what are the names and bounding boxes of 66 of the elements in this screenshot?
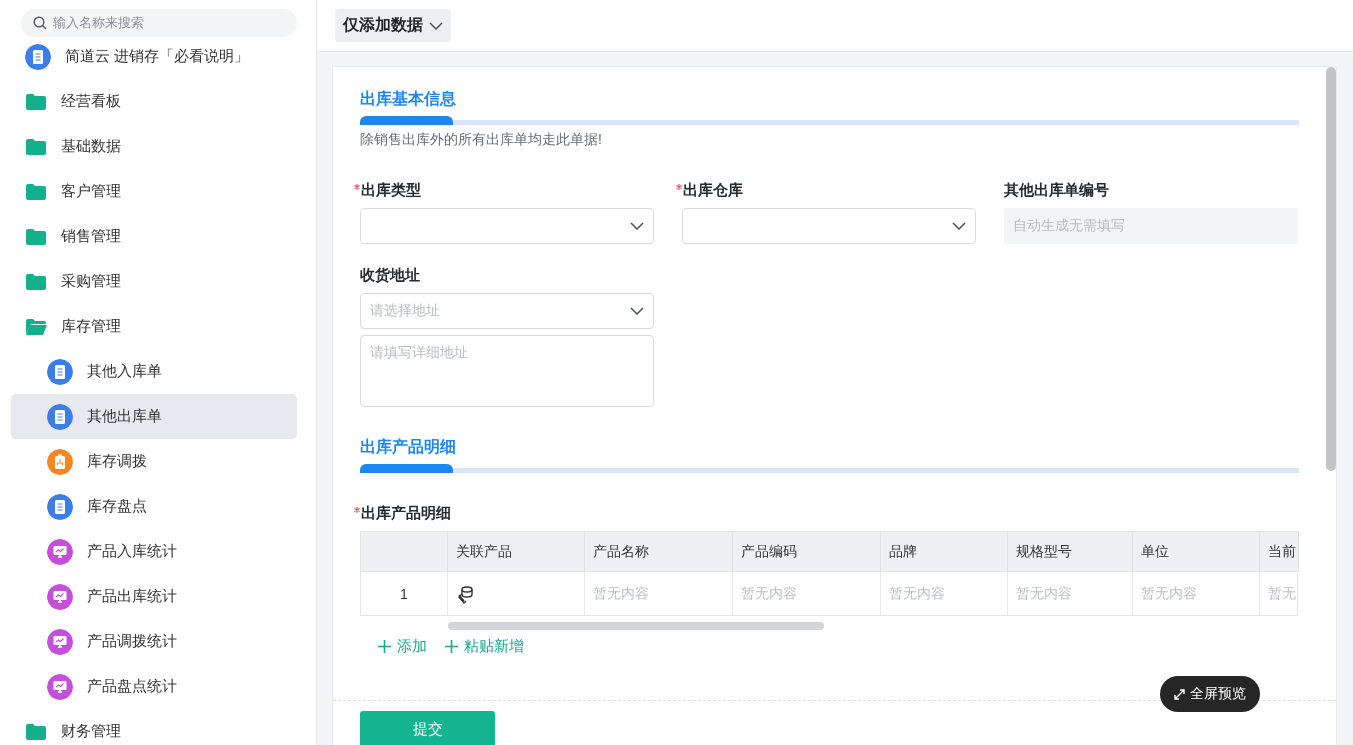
sidebar-item[interactable]: 财务管理 [11, 709, 297, 745]
table-header-cell: 产品编码 [733, 532, 881, 571]
sidebar-item[interactable]: 产品盘点统计 [11, 664, 297, 709]
fullscreen-preview-button[interactable]: 全屏预览 [1160, 676, 1260, 712]
table-cell: 暂无内容 [1008, 571, 1133, 615]
sidebar-item[interactable]: 基础数据 [11, 124, 297, 169]
field-label: 出库类型 [361, 181, 421, 200]
section-title: 出库产品明细 [360, 437, 457, 457]
table-cell: 暂无 [1260, 571, 1299, 615]
monitor-chart-icon [47, 538, 73, 565]
select-field[interactable] [682, 208, 976, 244]
sidebar-item[interactable]: 库存调拨 [11, 439, 297, 484]
table-cell: 暂无内容 [881, 571, 1008, 615]
monitor-chart-icon [47, 673, 73, 700]
sidebar-item[interactable]: 采购管理 [11, 259, 297, 304]
sidebar-item[interactable]: 经营看板 [11, 79, 297, 124]
required-mark-icon [354, 507, 360, 513]
expand-icon [1174, 688, 1185, 700]
sidebar-item[interactable]: 产品调拨统计 [11, 619, 297, 664]
sidebar-item[interactable]: 简道云 进销存「必看说明」 [11, 34, 297, 79]
select-field[interactable] [360, 208, 654, 244]
table-header-cell: 品牌 [881, 532, 1008, 571]
table-cell: 暂无内容 [1133, 571, 1260, 615]
required-mark-icon [676, 184, 682, 190]
scrollbar-thumb[interactable] [448, 622, 824, 630]
table-cell: 暂无内容 [585, 571, 733, 615]
row-number: 1 [361, 571, 448, 615]
required-mark-icon [354, 184, 360, 190]
table-header-cell: 规格型号 [1008, 532, 1133, 571]
document-icon [47, 493, 73, 520]
document-icon [47, 403, 73, 430]
sidebar-item[interactable]: 库存管理 [11, 304, 297, 349]
sidebar-item[interactable]: 产品入库统计 [11, 529, 297, 574]
scrollbar-thumb[interactable] [1326, 67, 1336, 471]
field-label: 出库仓库 [683, 181, 743, 200]
clipboard-icon [47, 448, 73, 475]
link-icon[interactable] [456, 583, 476, 604]
sidebar-item[interactable]: 其他入库单 [11, 349, 297, 394]
sidebar-item[interactable]: 产品出库统计 [11, 574, 297, 619]
plus-icon [378, 640, 391, 653]
field-label: 收货地址 [360, 266, 420, 285]
chevron-down-icon [952, 222, 966, 230]
sidebar-item[interactable]: 其他出库单 [11, 394, 297, 439]
sidebar-item[interactable]: 销售管理 [11, 214, 297, 259]
chevron-down-icon [630, 222, 644, 230]
sidebar-item[interactable]: 客户管理 [11, 169, 297, 214]
table-header-cell: 当前 [1260, 532, 1299, 571]
search-icon [33, 16, 47, 30]
table-header-cell: 产品名称 [585, 532, 733, 571]
table-header-cell: 关联产品 [448, 532, 585, 571]
document-icon [25, 43, 51, 70]
monitor-chart-icon [47, 583, 73, 610]
plus-icon [445, 640, 458, 653]
table-header-cell: 单位 [1133, 532, 1260, 571]
section-description: 除销售出库外的所有出库单均走此单据! [360, 131, 603, 149]
field-label: 其他出库单编号 [1004, 181, 1109, 200]
section-title: 出库基本信息 [360, 89, 457, 109]
sidebar-item[interactable]: 库存盘点 [11, 484, 297, 529]
chevron-down-icon [630, 307, 644, 315]
monitor-chart-icon [47, 628, 73, 655]
chevron-down-icon [429, 21, 443, 30]
document-icon [47, 358, 73, 385]
mode-dropdown[interactable]: 仅添加数据 [335, 9, 451, 42]
table-cell: 暂无内容 [733, 571, 881, 615]
table-label: 出库产品明细 [361, 504, 451, 523]
readonly-field: 自动生成无需填写 [1004, 208, 1298, 244]
